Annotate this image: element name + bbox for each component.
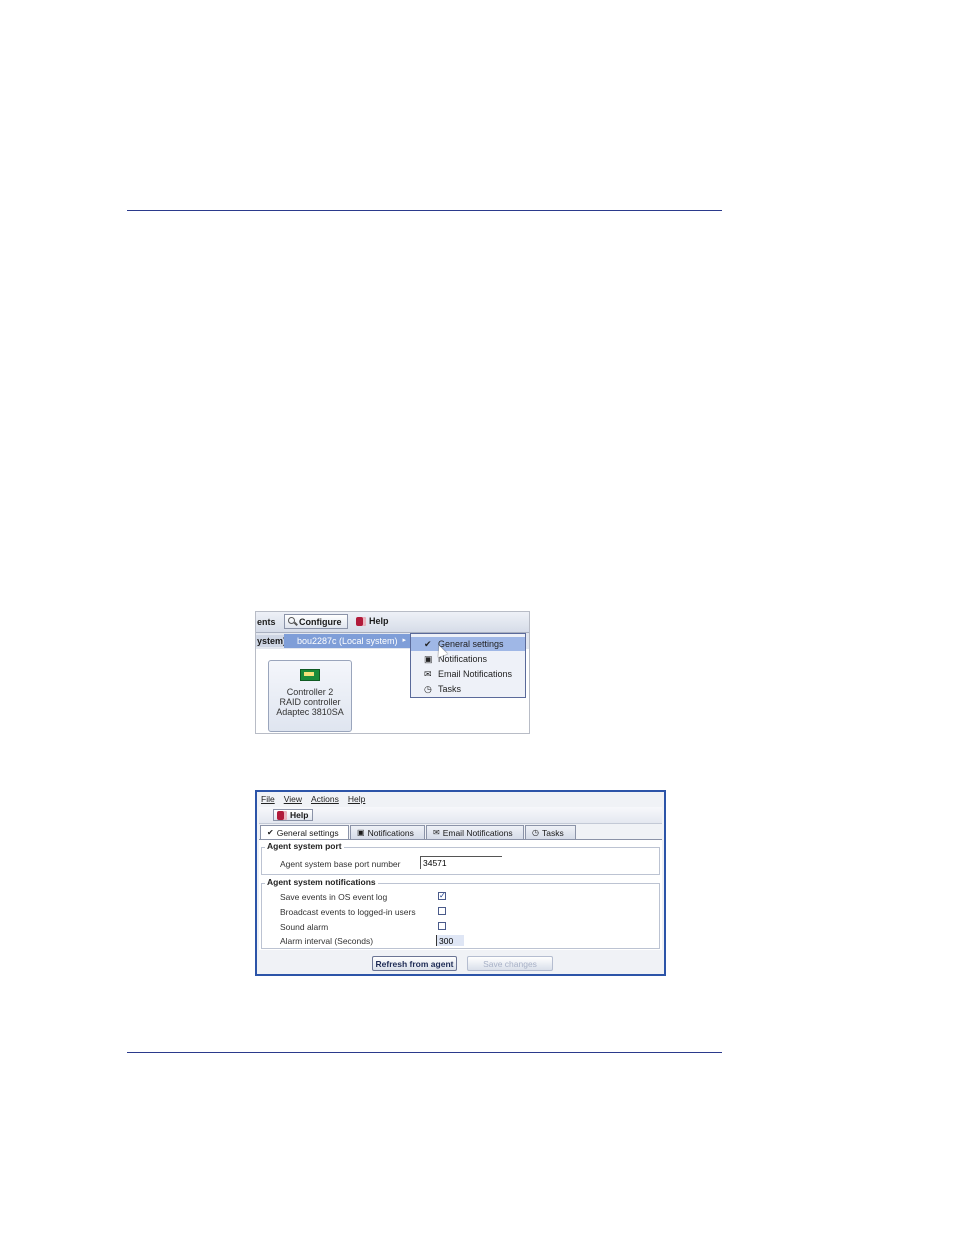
help-label: Help (290, 810, 309, 820)
controller-card[interactable]: Controller 2 RAID controller Adaptec 381… (268, 660, 352, 732)
checkmark-icon: ✔ (424, 639, 432, 649)
tab-label: Notifications (367, 827, 414, 838)
local-system-menu-item[interactable]: bou2287c (Local system) ▸ (284, 634, 410, 648)
tab-general-settings[interactable]: ✔ General settings (260, 825, 349, 840)
menu-item-tasks[interactable]: ◷ Tasks (411, 682, 525, 696)
checkmark-icon: ✔ (267, 828, 274, 837)
controller-name: Controller 2 (286, 687, 334, 697)
menu-item-label: General settings (438, 639, 504, 649)
configure-button[interactable]: Configure (284, 614, 348, 629)
broadcast-events-checkbox[interactable] (438, 907, 446, 915)
save-events-label: Save events in OS event log (280, 892, 388, 902)
general-settings-panel: Agent system port Agent system base port… (259, 839, 662, 950)
menubar: File View Actions Help (261, 794, 365, 806)
alarm-interval-input[interactable] (436, 935, 464, 946)
menu-file[interactable]: File (261, 794, 275, 806)
help-label: Help (369, 616, 389, 626)
clock-icon: ◷ (424, 684, 432, 694)
local-system-label: bou2287c (Local system) (297, 636, 398, 646)
menu-help[interactable]: Help (348, 794, 365, 806)
submenu-arrow-icon: ▸ (402, 637, 406, 644)
tab-label: General settings (276, 828, 339, 838)
tab-label: Tasks (541, 827, 564, 838)
save-events-checkbox[interactable]: ✓ (438, 892, 446, 900)
agent-port-group: Agent system port Agent system base port… (261, 841, 660, 875)
menu-item-label: Notifications (438, 654, 488, 664)
help-book-icon (277, 810, 287, 820)
help-button[interactable]: Help (356, 616, 389, 626)
toolbar: ents Configure Help (256, 612, 529, 633)
configure-popup-menu: ✔ General settings ▣ Notifications ✉ Ema… (410, 633, 526, 698)
agent-notifications-group: Agent system notifications Save events i… (261, 877, 660, 949)
tab-label: Email Notifications (442, 827, 513, 838)
sound-alarm-label: Sound alarm (280, 922, 329, 932)
menu-item-notifications[interactable]: ▣ Notifications (411, 652, 525, 666)
menu-actions[interactable]: Actions (311, 794, 339, 806)
menu-view[interactable]: View (284, 794, 302, 806)
controller-model: Adaptec 3810SA (276, 707, 344, 717)
top-divider-rule (127, 210, 722, 211)
configure-label: Configure (299, 616, 342, 627)
menu-item-general-settings[interactable]: ✔ General settings (411, 637, 525, 651)
group-title: Agent system notifications (265, 877, 378, 887)
sound-alarm-checkbox[interactable] (438, 922, 446, 930)
magnifier-icon (288, 617, 297, 626)
help-book-icon (356, 616, 366, 626)
refresh-from-agent-button[interactable]: Refresh from agent (372, 956, 457, 971)
bottom-divider-rule (127, 1052, 722, 1053)
settings-tabs: ✔ General settings ▣ Notifications ✉ Ema… (260, 825, 576, 840)
envelope-icon: ✉ (433, 827, 440, 837)
menu-item-label: Tasks (438, 684, 462, 694)
menu-item-email-notifications[interactable]: ✉ Email Notifications (411, 667, 525, 681)
help-button[interactable]: Help (273, 809, 313, 821)
menu-item-label: Email Notifications (438, 669, 513, 679)
configure-menu-screenshot: ents Configure Help ystem) bou2287c (Loc… (255, 611, 530, 734)
broadcast-events-label: Broadcast events to logged-in users (280, 907, 416, 917)
tab-notifications[interactable]: ▣ Notifications (350, 825, 425, 839)
clock-icon: ◷ (532, 827, 539, 837)
save-changes-button[interactable]: Save changes (467, 956, 553, 971)
raid-card-icon (300, 669, 320, 681)
events-menu-fragment[interactable]: ents (257, 617, 276, 627)
group-title: Agent system port (265, 841, 344, 851)
port-number-input[interactable] (420, 856, 502, 869)
tab-email-notifications[interactable]: ✉ Email Notifications (426, 825, 524, 839)
tab-tasks[interactable]: ◷ Tasks (525, 825, 576, 839)
general-settings-window: File View Actions Help Help ✔ General se… (255, 790, 666, 976)
monitor-icon: ▣ (424, 654, 433, 664)
window-toolbar: Help (259, 807, 662, 824)
monitor-icon: ▣ (357, 827, 365, 837)
envelope-icon: ✉ (424, 669, 432, 679)
alarm-interval-label: Alarm interval (Seconds) (280, 936, 374, 946)
port-field-label: Agent system base port number (280, 859, 401, 869)
controller-type: RAID controller (279, 697, 341, 707)
